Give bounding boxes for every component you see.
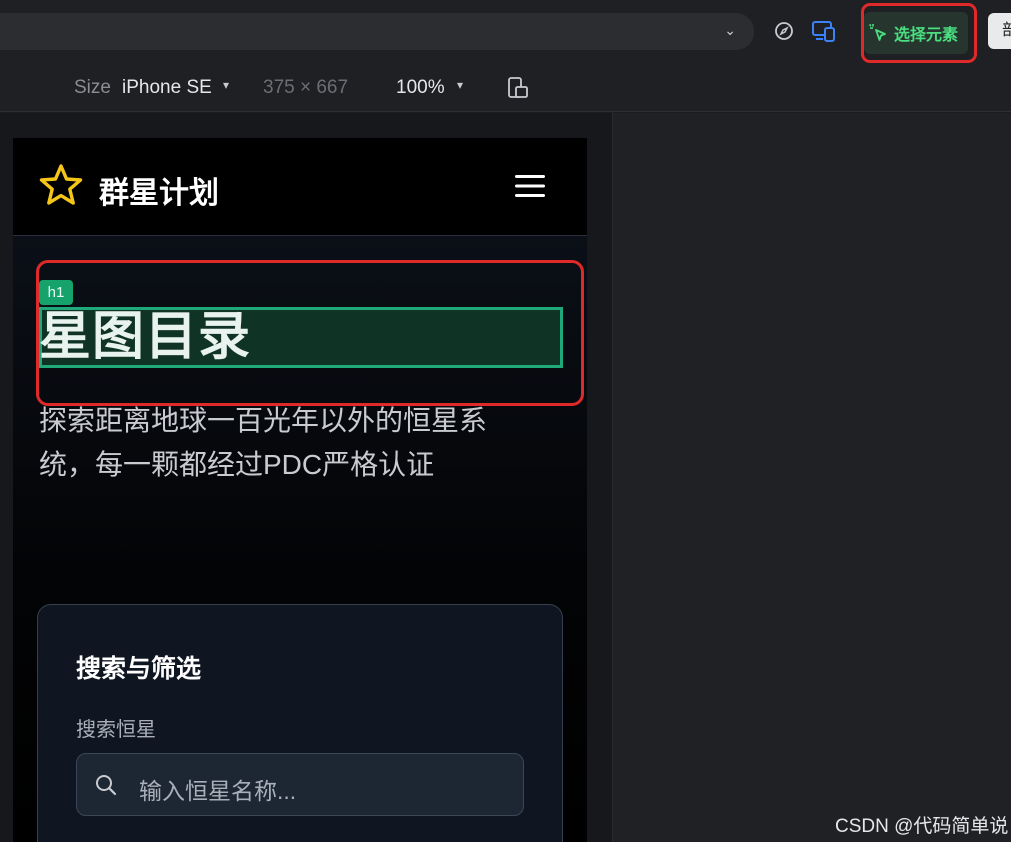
chevron-down-icon[interactable]: ▾ [223, 78, 229, 92]
zoom-select[interactable]: 100% [396, 77, 445, 99]
devtools-toolbar: ⌄ 选择元素 部 [0, 0, 1011, 64]
toolbar-extra-button[interactable]: 部 [988, 13, 1011, 49]
highlight-annotation [36, 260, 584, 406]
hero-section: h1 星图目录 探索距离地球一百光年以外的恒星系统，每一颗都经过PDC严格认证 … [13, 236, 587, 842]
search-icon [96, 775, 117, 796]
select-element-button[interactable]: 选择元素 [864, 12, 968, 54]
select-element-label: 选择元素 [894, 27, 959, 44]
phone-viewport: 群星计划 h1 星图目录 探索距离地球一百光年以外的恒星系统，每一颗都经过PDC… [13, 138, 587, 842]
highlight-annotation: 选择元素 [861, 3, 977, 63]
device-select[interactable]: iPhone SE [122, 77, 212, 99]
chevron-down-icon[interactable]: ⌄ [724, 22, 736, 39]
card-title: 搜索与筛选 [76, 655, 202, 683]
search-filter-card: 搜索与筛选 搜索恒星 输入恒星名称... [37, 604, 563, 842]
brand-name[interactable]: 群星计划 [99, 168, 219, 212]
chevron-down-icon[interactable]: ▾ [457, 78, 463, 92]
viewport-dimensions: 375 × 667 [263, 77, 349, 98]
url-bar[interactable]: ⌄ [0, 13, 754, 50]
star-icon[interactable] [37, 162, 85, 210]
search-field-label: 搜索恒星 [76, 719, 156, 741]
search-placeholder: 输入恒星名称... [139, 778, 297, 804]
hero-description: 探索距离地球一百光年以外的恒星系统，每一颗都经过PDC严格认证 [39, 405, 488, 480]
watermark: CSDN @代码简单说 [835, 816, 1009, 837]
site-navbar: 群星计划 [13, 138, 587, 236]
device-bar: Size iPhone SE ▾ 375 × 667 100% ▾ [0, 64, 1011, 112]
cursor-pick-icon [868, 23, 886, 41]
hamburger-menu-icon[interactable] [515, 173, 545, 199]
responsive-devices-icon[interactable] [811, 19, 837, 43]
side-panel [612, 113, 1011, 842]
rotate-device-icon[interactable] [507, 76, 529, 100]
size-label: Size [74, 77, 111, 98]
compass-icon[interactable] [774, 21, 794, 41]
search-input[interactable]: 输入恒星名称... [76, 753, 524, 816]
